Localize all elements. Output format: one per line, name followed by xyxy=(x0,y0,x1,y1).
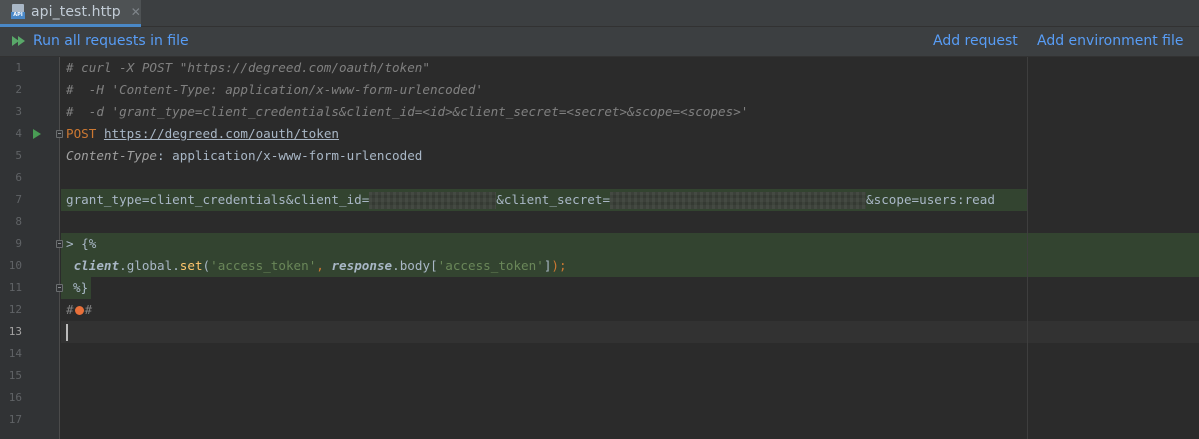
separator-part: # xyxy=(84,302,93,317)
add-request-link[interactable]: Add request xyxy=(933,33,1018,49)
right-margin-guide xyxy=(1027,57,1028,439)
line-number: 16 xyxy=(8,391,22,404)
add-environment-file-link[interactable]: Add environment file xyxy=(1037,33,1184,49)
api-file-icon-label: API xyxy=(11,12,25,19)
js-string: 'access_token' xyxy=(210,258,317,273)
header-value: application/x-www-form-urlencoded xyxy=(164,148,423,163)
response-handler-highlight xyxy=(61,233,1199,255)
js-global: global xyxy=(126,258,173,273)
line-number: 3 xyxy=(15,105,22,118)
line-number: 5 xyxy=(15,149,22,162)
code-line-4: POST https://degreed.com/oauth/token xyxy=(66,123,339,145)
header-colon: : xyxy=(157,148,165,163)
fold-marker-icon[interactable] xyxy=(56,240,63,248)
js-response: response xyxy=(331,258,393,273)
api-file-icon: API xyxy=(11,4,25,20)
line-number-gutter: 1 2 3 4 5 6 7 8 9 10 11 12 13 14 15 16 1… xyxy=(0,57,60,439)
code-line-9: > {% xyxy=(66,233,96,255)
code-line-1: # curl -X POST "https://degreed.com/oaut… xyxy=(66,60,430,75)
line-number: 13 xyxy=(8,325,22,338)
body-part-1: grant_type=client_credentials&client_id= xyxy=(66,192,370,207)
line-number: 11 xyxy=(8,281,22,294)
close-icon[interactable]: ✕ xyxy=(131,6,141,18)
run-all-label: Run all requests in file xyxy=(33,33,189,49)
line-number: 2 xyxy=(15,83,22,96)
run-all-icon xyxy=(12,34,28,48)
run-request-icon[interactable] xyxy=(33,129,41,139)
body-part-3: &scope=users:read xyxy=(866,192,995,207)
request-url[interactable]: https://degreed.com/oauth/token xyxy=(104,126,339,141)
line-number: 1 xyxy=(15,61,22,74)
js-dot: . xyxy=(392,258,400,273)
ide-window: API api_test.http ✕ Run all requests in … xyxy=(0,0,1199,439)
current-line-highlight xyxy=(61,321,1199,343)
separator-part: # xyxy=(66,302,74,317)
code-line-12: # # xyxy=(66,299,92,321)
fold-marker-icon[interactable] xyxy=(56,130,63,138)
intention-bulb-icon[interactable] xyxy=(74,306,84,315)
line-number: 15 xyxy=(8,369,22,382)
code-line-3: # -d 'grant_type=client_credentials&clie… xyxy=(66,104,749,119)
redacted-client-id xyxy=(369,192,497,209)
line-number: 8 xyxy=(15,215,22,228)
tab-title: api_test.http xyxy=(31,4,121,20)
code-line-5: Content-Type: application/x-www-form-url… xyxy=(66,145,422,167)
body-part-2: &client_secret= xyxy=(496,192,611,207)
js-paren: ( xyxy=(202,258,211,273)
run-all-requests-button[interactable]: Run all requests in file xyxy=(12,33,189,49)
fold-marker-icon[interactable] xyxy=(56,284,63,292)
line-number: 7 xyxy=(15,193,22,206)
code-line-7: grant_type=client_credentials&client_id=… xyxy=(66,189,995,211)
code-editor[interactable]: 1 2 3 4 5 6 7 8 9 10 11 12 13 14 15 16 1… xyxy=(0,57,1199,439)
line-number: 4 xyxy=(15,127,22,140)
js-dot: . xyxy=(172,258,180,273)
line-number: 17 xyxy=(8,413,22,426)
js-comma: , xyxy=(316,258,332,273)
line-number: 9 xyxy=(15,237,22,250)
js-string: 'access_token' xyxy=(437,258,544,273)
js-client: client xyxy=(73,258,120,273)
js-close: ); xyxy=(551,258,567,273)
js-body: body xyxy=(399,258,431,273)
header-name: Content-Type xyxy=(66,148,157,163)
line-number: 10 xyxy=(8,259,22,272)
line-number: 6 xyxy=(15,171,22,184)
code-line-10: client.global.set('access_token', respon… xyxy=(66,255,567,277)
editor-tab-bar: API api_test.http ✕ xyxy=(0,0,1199,27)
js-set: set xyxy=(179,258,203,273)
text-caret xyxy=(66,324,68,341)
http-client-toolbar: Run all requests in file Add request Add… xyxy=(0,27,1199,57)
response-handler-arrow: > xyxy=(66,236,74,251)
line-number: 14 xyxy=(8,347,22,360)
redacted-client-secret xyxy=(610,192,867,209)
line-number: 12 xyxy=(8,303,22,316)
code-line-2: # -H 'Content-Type: application/x-www-fo… xyxy=(66,82,484,97)
response-handler-open: {% xyxy=(73,236,97,251)
js-bracket: [ xyxy=(430,258,438,273)
request-method: POST xyxy=(66,126,97,141)
tab-api-test-http[interactable]: API api_test.http ✕ xyxy=(0,0,141,27)
code-line-11: %} xyxy=(73,280,89,295)
js-dot: . xyxy=(119,258,127,273)
